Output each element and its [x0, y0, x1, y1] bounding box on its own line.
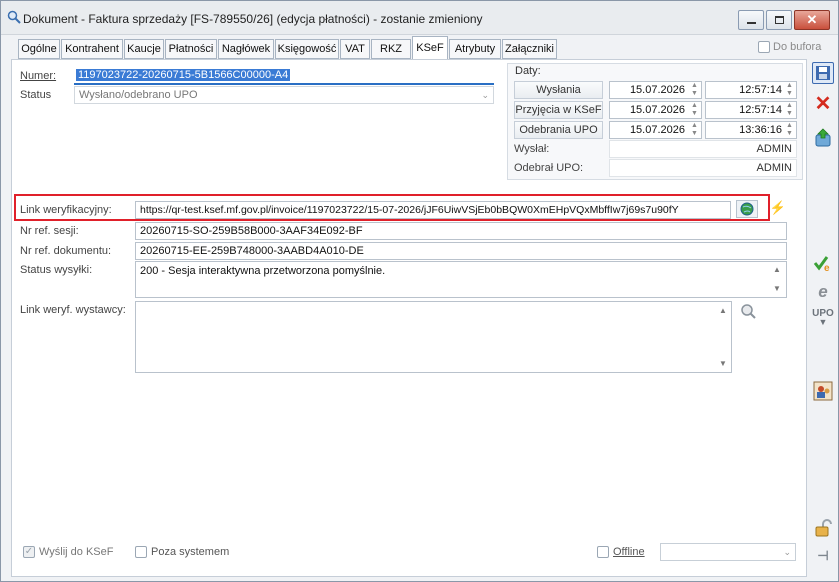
wyslij-label: Wyślij do KSeF: [39, 546, 114, 558]
link-wystawcy-textarea[interactable]: [135, 301, 732, 373]
window-title: Dokument - Faktura sprzedaży [FS-789550/…: [23, 12, 483, 26]
numer-field[interactable]: 1197023722-20260715-5B1566C00000-A4: [74, 67, 494, 85]
dokument-field[interactable]: 20260715-EE-259B748000-3AABD4A010-DE: [135, 242, 787, 260]
magnifier-icon: [7, 10, 21, 24]
status-value: Wysłano/odebrano UPO: [79, 89, 198, 101]
tab-atrybuty[interactable]: Atrybuty: [449, 39, 501, 59]
offline-select[interactable]: ⌄: [660, 543, 796, 561]
do-bufora-checkbox[interactable]: [758, 41, 770, 53]
scroll-up-button[interactable]: ▲: [770, 263, 784, 277]
zoom-icon[interactable]: [739, 302, 757, 320]
title-bar: Dokument - Faktura sprzedaży [FS-789550/…: [1, 1, 838, 35]
tab-naglowek[interactable]: Nagłówek: [218, 39, 274, 59]
e-document-icon[interactable]: e: [812, 281, 834, 303]
sesja-field[interactable]: 20260715-SO-259B58B000-3AAF34E092-BF: [135, 222, 787, 240]
wyslania-date-spinner[interactable]: ▲ ▼: [689, 82, 700, 98]
approve-icon[interactable]: e: [812, 252, 834, 274]
status-field[interactable]: Wysłano/odebrano UPO ⌄: [74, 86, 494, 104]
tab-vat[interactable]: VAT: [340, 39, 370, 59]
przyjecia-date-spinner[interactable]: ▲ ▼: [689, 102, 700, 118]
link-label: Link weryfikacyjny:: [20, 204, 112, 216]
status-wysylki-value: 200 - Sesja interaktywna przetworzona po…: [140, 265, 386, 277]
dokument-label: Nr ref. dokumentu:: [20, 245, 112, 257]
odebral-field: ADMIN: [609, 159, 797, 177]
scroll-down-button[interactable]: ▼: [716, 357, 730, 371]
offline-checkbox[interactable]: [597, 546, 609, 558]
svg-text:e: e: [824, 263, 830, 272]
tab-kaucje[interactable]: Kaucje: [124, 39, 164, 59]
pin-icon[interactable]: ⊣: [812, 545, 834, 567]
odebral-value: ADMIN: [756, 162, 792, 174]
poza-systemem-label: Poza systemem: [151, 546, 230, 558]
poza-systemem-checkbox[interactable]: [135, 546, 147, 558]
wyslij-checkbox[interactable]: ✓: [23, 546, 35, 558]
document-window: Dokument - Faktura sprzedaży [FS-789550/…: [0, 0, 839, 582]
close-button[interactable]: ✕: [794, 10, 830, 30]
globe-icon[interactable]: [736, 200, 758, 218]
users-icon[interactable]: [812, 380, 834, 402]
cancel-icon[interactable]: ✕: [812, 92, 834, 115]
chevron-down-icon: ⌄: [481, 90, 489, 100]
odebrania-time-spinner[interactable]: ▲ ▼: [784, 122, 795, 138]
odebrania-button[interactable]: Odebrania UPO: [514, 121, 603, 139]
lightning-icon[interactable]: ⚡: [769, 200, 787, 218]
odebrania-time-value: 13:36:16: [739, 124, 782, 136]
sesja-label: Nr ref. sesji:: [20, 225, 79, 237]
link-value: https://qr-test.ksef.mf.gov.pl/invoice/1…: [140, 204, 679, 216]
tab-ksiegowosc[interactable]: Księgowość: [275, 39, 339, 59]
tab-ksef[interactable]: KSeF: [412, 36, 448, 60]
link-wystawcy-label: Link weryf. wystawcy:: [20, 304, 126, 316]
maximize-button[interactable]: [766, 10, 792, 30]
offline-label: Offline: [613, 546, 645, 558]
status-label: Status: [20, 89, 52, 101]
daty-label: Daty:: [515, 65, 541, 77]
save-icon[interactable]: [812, 62, 834, 84]
chevron-down-icon: ⌄: [783, 547, 791, 557]
tab-platnosci[interactable]: Płatności: [165, 39, 217, 59]
przyjecia-time-spinner[interactable]: ▲ ▼: [784, 102, 795, 118]
tab-zalaczniki[interactable]: Załączniki: [502, 39, 557, 59]
przyjecia-time-value: 12:57:14: [739, 104, 782, 116]
wyslal-label: Wysłał:: [514, 143, 550, 155]
export-icon[interactable]: [812, 126, 834, 148]
wyslania-time-spinner[interactable]: ▲ ▼: [784, 82, 795, 98]
odebral-label: Odebrał UPO:: [514, 162, 584, 174]
link-field[interactable]: https://qr-test.ksef.mf.gov.pl/invoice/1…: [135, 201, 731, 219]
arrow-down-icon: ▼: [818, 316, 828, 327]
tab-ogolne[interactable]: Ogólne: [18, 39, 60, 59]
status-wysylki-textarea[interactable]: 200 - Sesja interaktywna przetworzona po…: [135, 261, 787, 298]
dokument-value: 20260715-EE-259B748000-3AABD4A010-DE: [140, 245, 364, 257]
wyslania-button[interactable]: Wysłania: [514, 81, 603, 99]
odebrania-date-value: 15.07.2026: [629, 124, 685, 136]
scroll-up-button[interactable]: ▲: [716, 304, 730, 318]
unlock-icon[interactable]: [812, 517, 834, 539]
przyjecia-button[interactable]: Przyjęcia w KSeF: [514, 101, 603, 119]
przyjecia-date-value: 15.07.2026: [629, 104, 685, 116]
scroll-down-button[interactable]: ▼: [770, 282, 784, 296]
wyslania-time-value: 12:57:14: [739, 84, 782, 96]
numer-value: 1197023722-20260715-5B1566C00000-A4: [76, 69, 291, 81]
wyslal-field: ADMIN: [609, 140, 797, 158]
wyslal-value: ADMIN: [756, 143, 792, 155]
status-wysylki-label: Status wysyłki:: [20, 264, 93, 276]
numer-label: Numer:: [20, 70, 57, 82]
tab-kontrahent[interactable]: Kontrahent: [61, 39, 123, 59]
odebrania-date-spinner[interactable]: ▲ ▼: [689, 122, 700, 138]
tab-rkz[interactable]: RKZ: [371, 39, 411, 59]
upo-download-icon[interactable]: UPO ▼: [811, 306, 835, 328]
wyslania-date-value: 15.07.2026: [629, 84, 685, 96]
minimize-button[interactable]: [738, 10, 764, 30]
sesja-value: 20260715-SO-259B58B000-3AAF34E092-BF: [140, 225, 363, 237]
do-bufora-label: Do bufora: [773, 41, 822, 53]
